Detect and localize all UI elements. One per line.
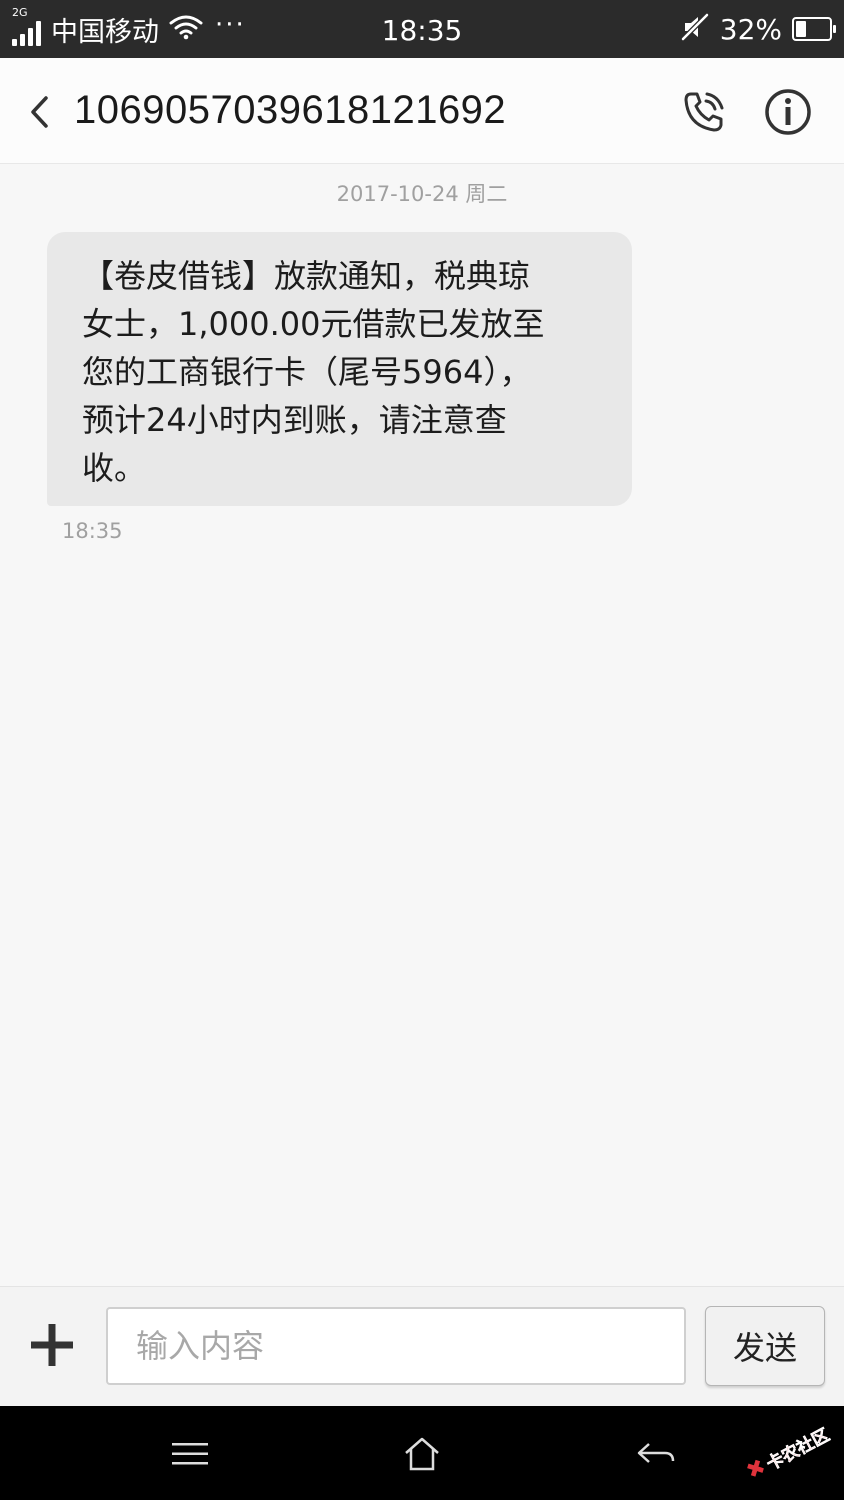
message-bubble[interactable]: 【卷皮借钱】放款通知，税典琼 女士，1,000.00元借款已发放至 您的工商银行…: [47, 232, 632, 506]
plus-icon: [31, 1324, 73, 1366]
add-attachment-button[interactable]: [22, 1315, 82, 1375]
send-button[interactable]: 发送: [705, 1306, 825, 1386]
phone-icon: [684, 92, 724, 132]
home-icon: [405, 1437, 439, 1471]
home-button[interactable]: [392, 1426, 452, 1482]
message-line: 您的工商银行卡（尾号5964），: [82, 353, 532, 391]
battery-level: [796, 21, 806, 37]
mute-icon: [680, 12, 710, 46]
back-arrow-icon: [637, 1443, 675, 1463]
wifi-icon: [169, 14, 203, 44]
composer-bar: 发送: [0, 1286, 844, 1406]
battery-percent: 32%: [719, 12, 782, 46]
message-line: 【卷皮借钱】放款通知，税典琼: [82, 257, 531, 295]
status-left: 2G 中国移动 ···: [12, 6, 246, 48]
message-timestamp: 18:35: [62, 519, 123, 543]
info-icon: [765, 89, 811, 135]
date-separator: 2017-10-24 周二: [336, 182, 508, 206]
menu-button[interactable]: [160, 1426, 220, 1482]
conversation-header: 1069057039618121692: [0, 58, 844, 164]
chevron-left-icon: [31, 96, 48, 128]
network-type: 2G: [12, 6, 28, 19]
message-input[interactable]: [106, 1307, 686, 1385]
message-line: 女士，1,000.00元借款已发放至: [82, 305, 545, 343]
call-button[interactable]: [676, 84, 732, 140]
menu-icon: [172, 1443, 208, 1465]
message-line: 收。: [82, 449, 147, 487]
carrier-name: 中国移动: [51, 16, 159, 48]
back-button[interactable]: [14, 84, 64, 140]
signal-icon: [12, 20, 41, 46]
more-status-icon: ···: [215, 10, 246, 40]
status-right: 32%: [680, 12, 836, 46]
message-line: 预计24小时内到账，请注意查: [82, 401, 507, 439]
status-bar: 2G 中国移动 ··· 18:35 32%: [0, 0, 844, 58]
system-nav-bar: [0, 1406, 844, 1500]
info-button[interactable]: [760, 84, 816, 140]
battery-icon: [792, 17, 836, 41]
nav-back-button[interactable]: [626, 1426, 686, 1482]
page-title: 1069057039618121692: [74, 88, 507, 132]
